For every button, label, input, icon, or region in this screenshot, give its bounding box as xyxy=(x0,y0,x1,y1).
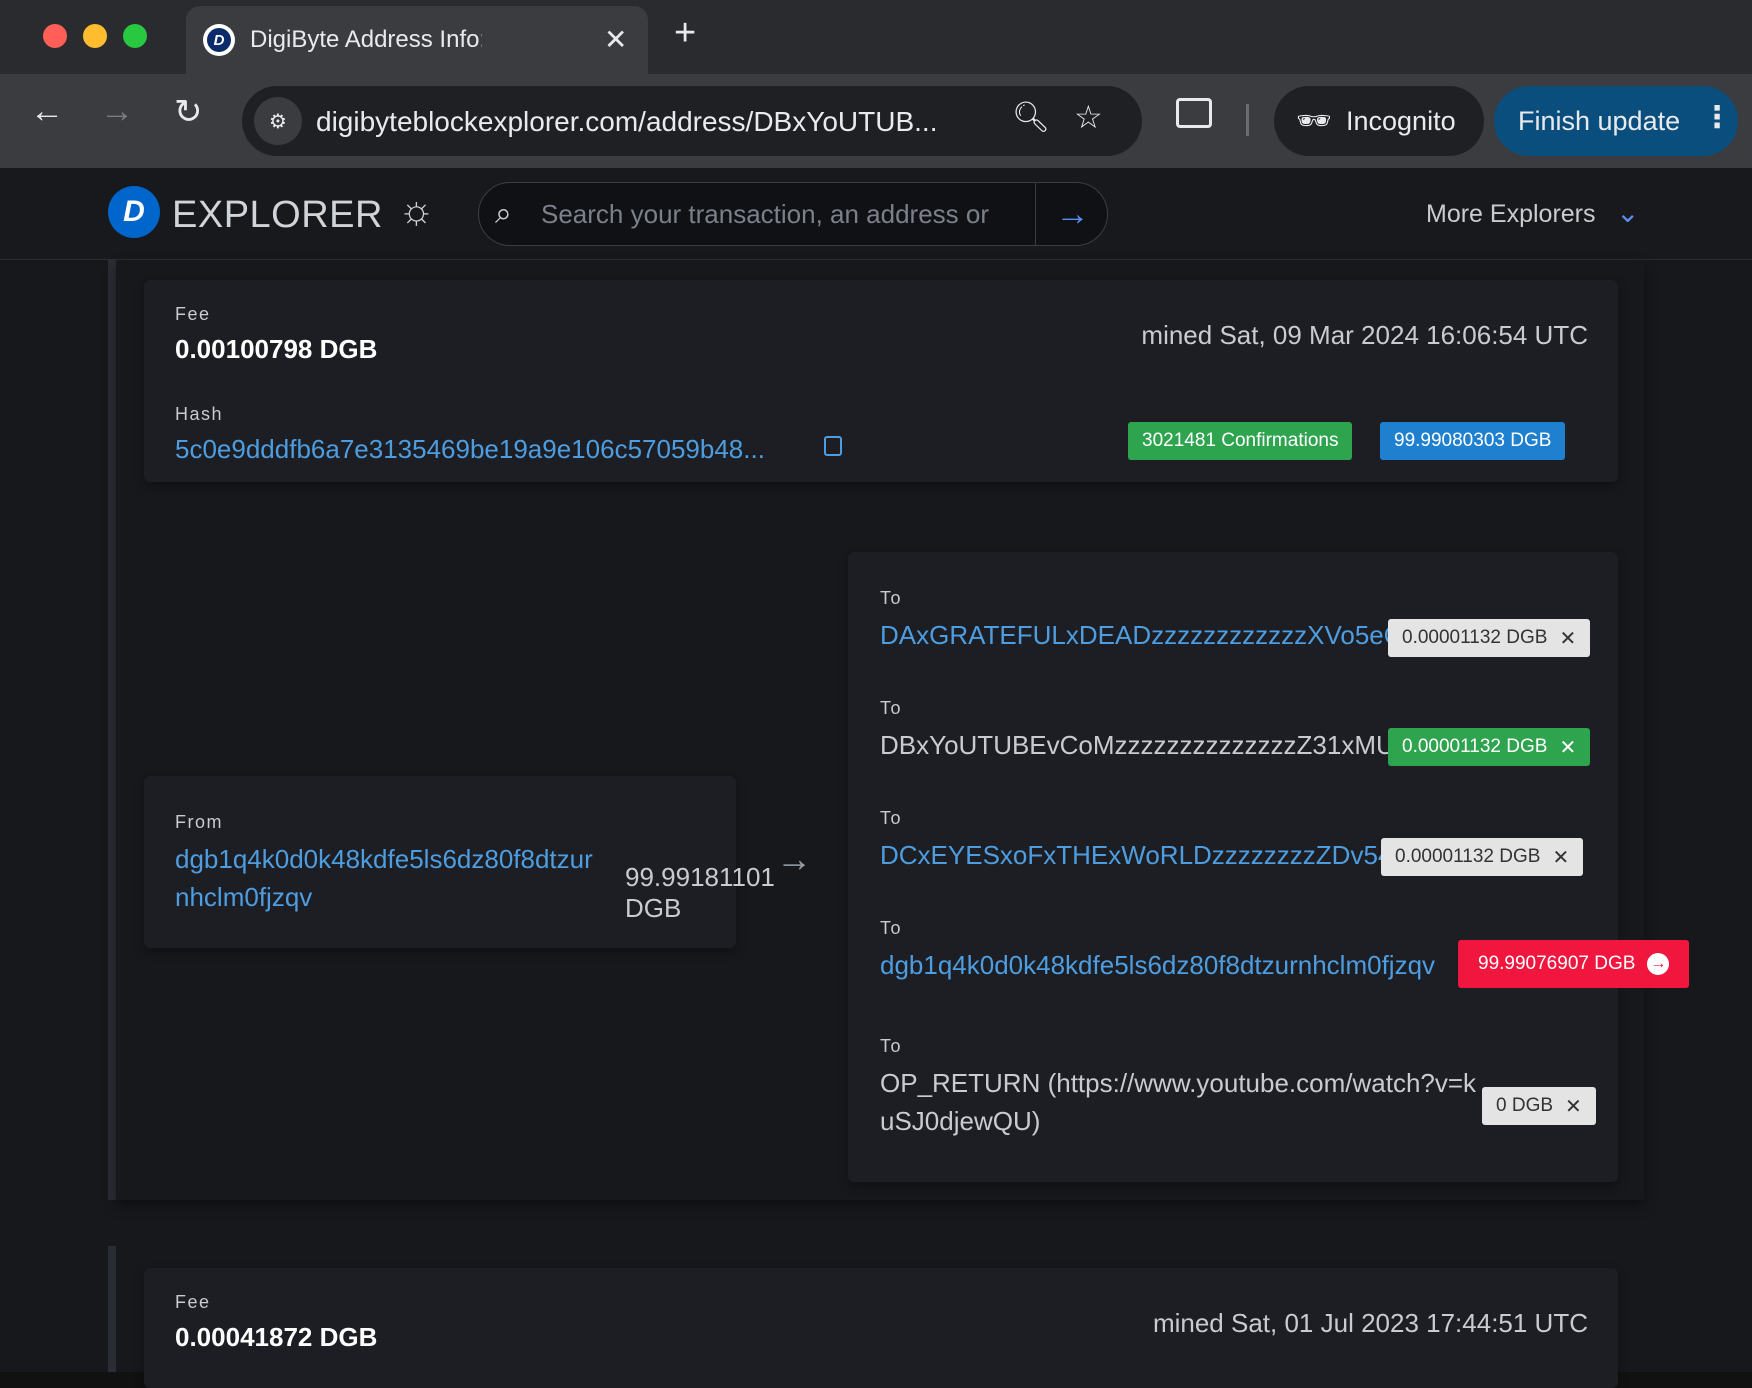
output-amount-badge: 0.00001132 DGB ✕ xyxy=(1381,838,1584,876)
copy-icon[interactable] xyxy=(824,436,842,456)
theme-toggle-sun-icon[interactable]: ☼ xyxy=(398,188,435,233)
output-address-current: DBxYoUTUBEvCoMzzzzzzzzzzzzzzZ31xMU xyxy=(880,730,1395,760)
transaction-hash-link[interactable]: 5c0e9dddfb6a7e3135469be19a9e106c57059b48… xyxy=(175,434,765,465)
output-amount: 0.00001132 DGB xyxy=(1402,736,1548,757)
fee-value: 0.00041872 DGB xyxy=(175,1322,378,1352)
more-explorers-label: More Explorers xyxy=(1426,200,1596,228)
fee-value: 0.00100798 DGB xyxy=(175,334,378,364)
from-address-link-line1[interactable]: dgb1q4k0d0k48kdfe5ls6dz80f8dtzur xyxy=(175,844,593,875)
spent-amount-badge[interactable]: 99.99076907 DGB → xyxy=(1458,940,1690,988)
output-amount: 0 DGB xyxy=(1496,1095,1554,1116)
output-caption: To xyxy=(880,918,903,938)
new-tab-icon[interactable]: + xyxy=(674,12,696,55)
browser-tab-bar: D DigiByte Address Info: DBxYoUTUBEvCoM … xyxy=(0,0,1752,74)
hash-caption: Hash xyxy=(175,404,224,424)
output-amount-badge: 0 DGB ✕ xyxy=(1482,1087,1596,1125)
transaction-left-border xyxy=(108,260,116,1200)
menu-kebab-icon[interactable]: ⋮ xyxy=(1702,100,1732,135)
toolbar-divider xyxy=(1246,104,1249,136)
unspent-x-icon: ✕ xyxy=(1559,627,1577,650)
output-amount: 0.00001132 DGB xyxy=(1395,846,1541,867)
chevron-down-icon: ⌄ xyxy=(1616,197,1640,228)
from-amount: 99.99181101 DGB xyxy=(625,862,775,923)
browser-tab[interactable]: D DigiByte Address Info: DBxYoUTUBEvCoM … xyxy=(186,6,648,74)
unspent-x-icon: ✕ xyxy=(1565,1095,1582,1118)
output-amount-badge: 0.00001132 DGB ✕ xyxy=(1388,728,1591,766)
output-address-link[interactable]: dgb1q4k0d0k48kdfe5ls6dz80f8dtzurnhclm0fj… xyxy=(880,950,1435,981)
output-amount-badge: 0.00001132 DGB ✕ xyxy=(1388,619,1591,657)
op-return-line2: uSJ0djewQU) xyxy=(880,1106,1041,1136)
finish-update-label: Finish update xyxy=(1518,106,1681,136)
arrow-right-icon: → xyxy=(776,838,812,879)
confirmations-badge: 3021481 Confirmations xyxy=(1128,422,1353,460)
site-header: D EXPLORER ☼ ⌕ → More Explorers ⌄ xyxy=(0,168,1752,260)
output-amount: 0.00001132 DGB xyxy=(1402,627,1548,648)
address-bar[interactable]: ⚙ digibyteblockexplorer.com/address/DBxY… xyxy=(242,86,1142,156)
output-address-link[interactable]: DAxGRATEFULxDEADzzzzzzzzzzzzXVo5eQ xyxy=(880,620,1404,651)
incognito-icon: 🕶︎ xyxy=(1296,105,1332,136)
search-submit-arrow-icon[interactable]: → xyxy=(1035,183,1109,245)
mined-date: mined Sat, 09 Mar 2024 16:06:54 UTC xyxy=(1141,320,1588,350)
close-tab-icon[interactable]: ✕ xyxy=(604,23,627,56)
close-window-button[interactable] xyxy=(43,24,67,48)
zoom-icon[interactable]: 🔍︎ xyxy=(1012,100,1050,135)
fee-caption: Fee xyxy=(175,1292,211,1312)
more-explorers-dropdown[interactable]: More Explorers ⌄ xyxy=(1426,197,1639,229)
browser-toolbar: ← → ↻ ⚙ digibyteblockexplorer.com/addres… xyxy=(0,74,1752,168)
digibyte-logo-icon[interactable]: D xyxy=(108,186,160,238)
amount-badge: 99.99080303 DGB xyxy=(1380,422,1566,460)
output-caption: To xyxy=(880,698,903,718)
tab-title: DigiByte Address Info: DBxYoUTUBEvCoM xyxy=(250,26,482,53)
minimize-window-button[interactable] xyxy=(83,24,107,48)
unspent-x-icon: ✕ xyxy=(1552,846,1570,869)
search-icon: ⌕ xyxy=(495,197,512,230)
from-address-link-line2[interactable]: nhclm0fjzqv xyxy=(175,882,312,913)
reload-icon[interactable]: ↻ xyxy=(174,92,203,132)
site-settings-icon[interactable]: ⚙ xyxy=(254,97,302,145)
spent-arrow-icon: → xyxy=(1647,953,1670,975)
finish-update-button[interactable]: Finish update ⋮ xyxy=(1494,86,1738,156)
url-text[interactable]: digibyteblockexplorer.com/address/DBxYoU… xyxy=(316,106,937,138)
fee-caption: Fee xyxy=(175,304,211,324)
search-input[interactable] xyxy=(541,197,991,231)
maximize-window-button[interactable] xyxy=(123,24,147,48)
output-address-link[interactable]: DCxEYESxoFxTHExWoRLDzzzzzzzzZDv54i xyxy=(880,840,1398,871)
page-content: D EXPLORER ☼ ⌕ → More Explorers ⌄ Fee 0.… xyxy=(0,168,1752,1388)
digibyte-favicon-icon: D xyxy=(203,24,235,56)
mined-date: mined Sat, 01 Jul 2023 17:44:51 UTC xyxy=(1152,1308,1588,1338)
output-caption: To xyxy=(880,808,903,828)
outputs-card: To DAxGRATEFULxDEADzzzzzzzzzzzzXVo5eQ 0.… xyxy=(848,552,1690,1182)
lens-search-icon[interactable] xyxy=(1176,98,1212,128)
transaction-summary-card: Fee 0.00041872 DGB mined Sat, 01 Jul 202… xyxy=(144,1268,1618,1388)
transaction-left-border xyxy=(108,1246,116,1372)
output-caption: To xyxy=(880,588,903,608)
from-card: From dgb1q4k0d0k48kdfe5ls6dz80f8dtzur nh… xyxy=(144,776,775,948)
output-caption: To xyxy=(880,1036,903,1056)
bookmark-star-icon[interactable]: ☆ xyxy=(1074,98,1103,136)
transaction-summary-card: Fee 0.00100798 DGB mined Sat, 09 Mar 202… xyxy=(144,280,1618,482)
back-icon[interactable]: ← xyxy=(30,92,64,131)
search-box: ⌕ → xyxy=(478,182,1108,246)
unspent-x-icon: ✕ xyxy=(1559,736,1577,759)
op-return-line1: OP_RETURN (https://www.youtube.com/watch… xyxy=(880,1068,1477,1098)
output-amount: 99.99076907 DGB xyxy=(1478,953,1636,974)
from-caption: From xyxy=(175,812,223,832)
incognito-label: Incognito xyxy=(1346,106,1456,136)
site-brand[interactable]: EXPLORER xyxy=(172,194,383,237)
incognito-indicator[interactable]: 🕶︎ Incognito xyxy=(1274,86,1484,156)
forward-icon[interactable]: → xyxy=(100,92,134,131)
